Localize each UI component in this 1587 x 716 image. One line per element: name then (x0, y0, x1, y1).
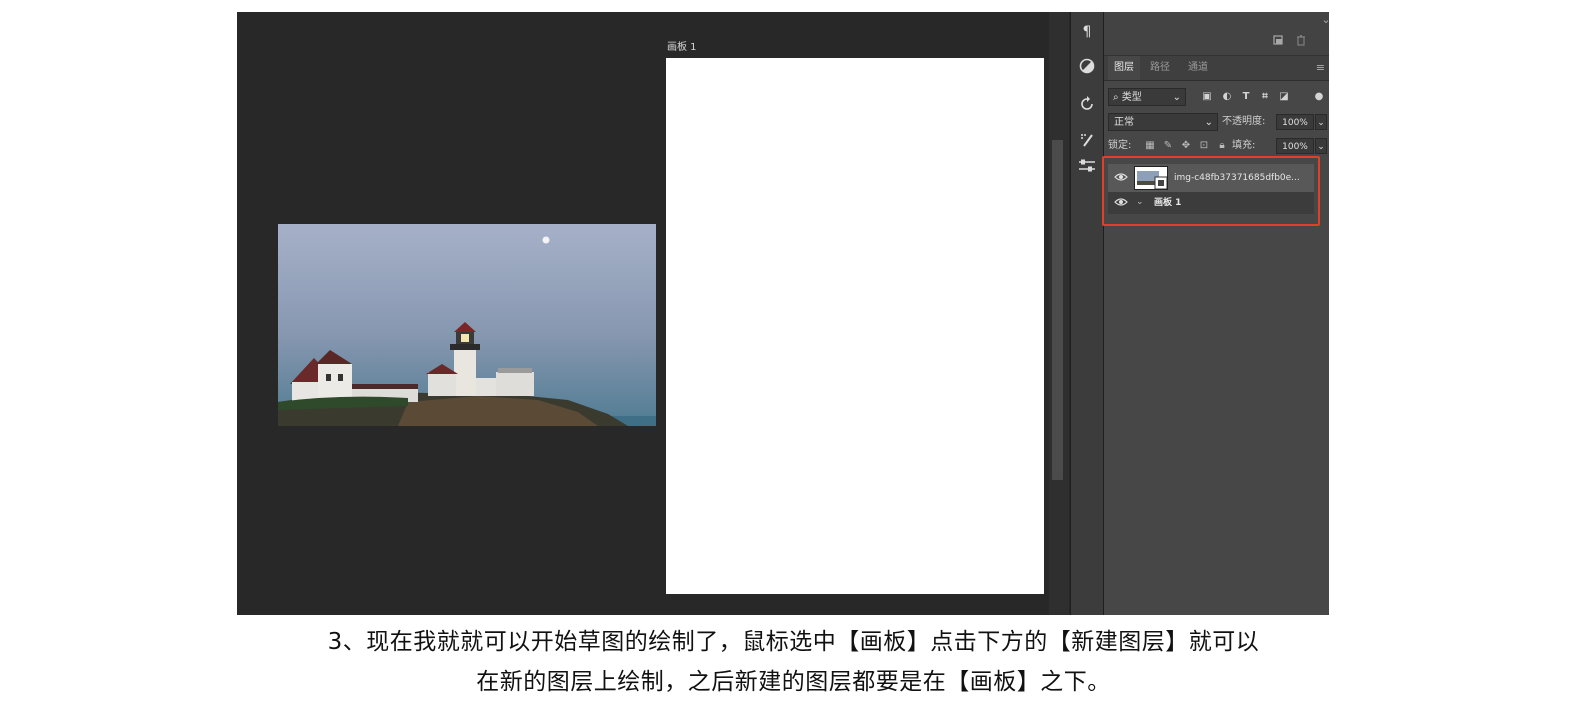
pixel-filter-icon[interactable]: ▣ (1200, 90, 1214, 104)
adjustment-filter-icon[interactable]: ◐ (1220, 90, 1234, 104)
tab-layers[interactable]: 图层 (1108, 56, 1140, 80)
chevron-down-icon: ⌄ (1172, 92, 1181, 103)
filter-kind-select[interactable]: ⌕ 类型 ⌄ (1108, 88, 1186, 106)
lock-position-icon[interactable]: ✥ (1180, 139, 1192, 153)
tab-channels[interactable]: 通道 (1182, 56, 1214, 80)
layer-filter-row: ⌕ 类型 ⌄ ▣ ◐ T ⌗ ◪ ● (1108, 88, 1326, 108)
blend-mode-value: 正常 (1114, 117, 1134, 128)
fill-label: 填充: (1232, 140, 1256, 151)
panel-tool-column: ¶ (1070, 12, 1104, 615)
lock-transparency-icon[interactable]: ▦ (1144, 139, 1156, 153)
fill-input[interactable]: 100% (1276, 138, 1314, 154)
blend-mode-select[interactable]: 正常 ⌄ (1108, 113, 1218, 131)
photoshop-screenshot: 画板 1 ¶ ⌄ 图层 路径 通道 ≡ ⌕ 类型 ⌄ ▣ ◐ T ⌗ ◪ ● 正… (237, 12, 1329, 615)
lock-all-icon[interactable]: 🔒︎ (1216, 139, 1228, 153)
layers-tab-bar: 图层 路径 通道 ≡ (1104, 56, 1329, 81)
shape-filter-icon[interactable]: ⌗ (1258, 90, 1272, 104)
lock-fill-row: 锁定: ▦ ✎ ✥ ⊡ 🔒︎ 填充: 100% ⌄ (1108, 138, 1327, 156)
paragraph-icon[interactable]: ¶ (1077, 22, 1097, 42)
opacity-label: 不透明度: (1222, 116, 1266, 127)
blend-opacity-row: 正常 ⌄ 不透明度: 100% ⌄ (1108, 113, 1327, 133)
search-icon: ⌕ (1113, 92, 1119, 103)
type-filter-icon[interactable]: T (1239, 90, 1253, 104)
fill-dropdown-icon[interactable]: ⌄ (1315, 138, 1327, 154)
collapse-chevron-icon[interactable]: ⌄ (1320, 14, 1329, 26)
lock-label: 锁定: (1108, 140, 1132, 151)
properties-sliders-icon[interactable] (1077, 158, 1097, 178)
chevron-down-icon: ⌄ (1204, 117, 1213, 128)
brush-settings-icon[interactable] (1077, 132, 1097, 152)
artboard-title[interactable]: 画板 1 (667, 38, 697, 53)
panel-menu-icon[interactable]: ≡ (1316, 61, 1325, 74)
opacity-dropdown-icon[interactable]: ⌄ (1315, 114, 1327, 130)
tutorial-caption: 3、现在我就就可以开始草图的绘制了，鼠标选中【画板】点击下方的【新建图层】就可以… (0, 622, 1587, 702)
scrollbar-thumb[interactable] (1052, 140, 1063, 480)
filter-toggle-icon[interactable]: ● (1312, 90, 1326, 104)
adjustments-icon[interactable] (1077, 58, 1097, 78)
red-highlight-box (1102, 156, 1320, 226)
new-artboard-icon[interactable] (1272, 34, 1284, 46)
history-icon[interactable] (1077, 96, 1097, 116)
opacity-input[interactable]: 100% (1276, 114, 1314, 130)
lighthouse-photo[interactable] (278, 224, 656, 426)
panel-header-area: ⌄ (1104, 12, 1329, 56)
lock-artboard-icon[interactable]: ⊡ (1198, 139, 1210, 153)
lighthouse-image (278, 224, 656, 426)
trash-icon[interactable] (1295, 34, 1307, 46)
caption-line-2: 在新的图层上绘制，之后新建的图层都要是在【画板】之下。 (476, 669, 1111, 695)
smart-object-filter-icon[interactable]: ◪ (1277, 90, 1291, 104)
artboard-canvas[interactable] (666, 58, 1044, 594)
caption-line-1: 3、现在我就就可以开始草图的绘制了，鼠标选中【画板】点击下方的【新建图层】就可以 (327, 629, 1260, 655)
filter-kind-label: 类型 (1121, 92, 1142, 103)
layers-panel: ⌄ 图层 路径 通道 ≡ ⌕ 类型 ⌄ ▣ ◐ T ⌗ ◪ ● 正常 ⌄ 不透明… (1102, 12, 1329, 615)
lock-image-brush-icon[interactable]: ✎ (1162, 139, 1174, 153)
tab-paths[interactable]: 路径 (1144, 56, 1176, 80)
